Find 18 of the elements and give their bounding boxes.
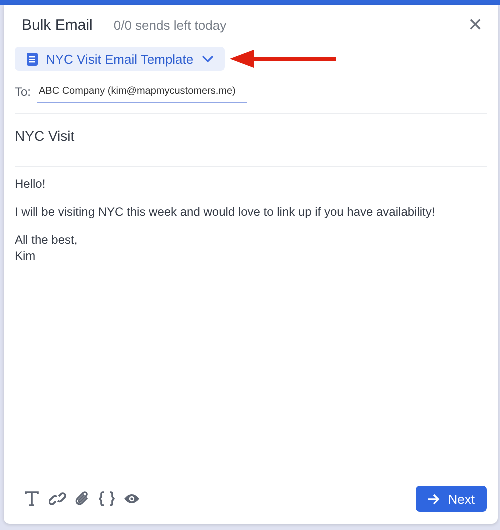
- dialog-title: Bulk Email: [22, 16, 93, 34]
- paperclip-icon[interactable]: [75, 491, 90, 507]
- subject-field[interactable]: NYC Visit: [15, 114, 487, 158]
- next-button[interactable]: Next: [416, 486, 487, 512]
- message-paragraph: I will be visiting NYC this week and would love to link up if you have availability!: [15, 204, 436, 220]
- close-button[interactable]: ✕: [464, 14, 487, 36]
- to-label: To:: [15, 85, 32, 99]
- link-icon[interactable]: [49, 491, 66, 507]
- document-icon: [27, 52, 38, 66]
- arrow-right-icon: [428, 494, 440, 504]
- template-dropdown[interactable]: NYC Visit Email Template: [15, 47, 225, 71]
- text-format-icon[interactable]: [24, 491, 40, 507]
- sends-left-text: 0/0 sends left today: [114, 18, 227, 32]
- message-paragraph: Hello!: [15, 176, 47, 192]
- eye-icon[interactable]: [124, 493, 140, 505]
- chevron-down-icon: [202, 55, 214, 63]
- curly-braces-icon[interactable]: [99, 491, 115, 507]
- message-paragraph: All the best, Kim: [15, 232, 79, 264]
